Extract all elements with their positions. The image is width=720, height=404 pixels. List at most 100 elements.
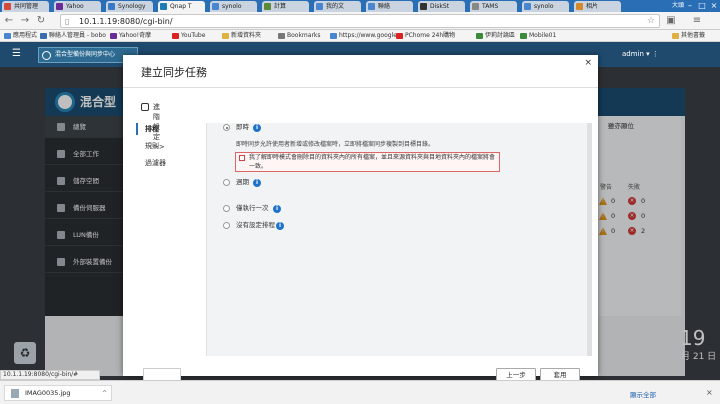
- tab-label: Yahoo: [66, 3, 84, 10]
- tab-label: 相片: [586, 3, 599, 10]
- browser-tab[interactable]: Yahoo: [54, 1, 101, 12]
- no-schedule-radio[interactable]: [223, 222, 230, 229]
- tab-label: 聯絡: [378, 3, 391, 10]
- bookmark-label: 聯絡人管理員 - bobo: [49, 32, 106, 39]
- step-filters[interactable]: 過濾器: [145, 158, 166, 168]
- downloads-bar: IMAG0035.jpg ^ 顯示全部 ×: [0, 380, 720, 404]
- download-filename: IMAG0035.jpg: [25, 389, 71, 397]
- tab-favicon-icon: [368, 3, 375, 10]
- browser-tab[interactable]: 聯絡: [366, 1, 413, 12]
- step-schedule[interactable]: 排程: [145, 124, 159, 134]
- browser-tab[interactable]: 計算: [262, 1, 309, 12]
- bookmark-item[interactable]: Bookmarks: [278, 30, 321, 42]
- omnibox[interactable]: ▯ 10.1.1.19:8080/cgi-bin/ ☆: [60, 14, 660, 28]
- tab-favicon-icon: [420, 3, 427, 10]
- realtime-radio[interactable]: [223, 124, 230, 131]
- browser-tab[interactable]: synolo: [210, 1, 257, 12]
- close-icon[interactable]: ×: [584, 58, 592, 68]
- bookmarks-bar: 應用程式 聯絡人管理員 - bobo Yahoo!奇摩 YouTube 新增資料夾 Boo…: [0, 30, 720, 42]
- profile-name[interactable]: 大頭: [672, 1, 684, 11]
- bookmark-label: 伊莉討論區: [485, 32, 516, 39]
- bookmark-item[interactable]: Mobile01: [520, 30, 556, 42]
- tab-label: Qnap T: [170, 3, 192, 10]
- tab-favicon-icon: [212, 3, 219, 10]
- tab-label: synolo: [534, 3, 554, 10]
- chevron-up-icon[interactable]: ^: [102, 386, 107, 401]
- browser-tab[interactable]: 相片: [574, 1, 621, 12]
- step-rules[interactable]: 規則: [145, 141, 159, 151]
- browser-tab[interactable]: 共同管理: [2, 1, 49, 12]
- bookmark-icon: [172, 33, 179, 39]
- bookmark-label: PChome 24h購物: [405, 32, 456, 39]
- bookmark-item[interactable]: YouTube: [172, 30, 205, 42]
- bookmark-item[interactable]: PChome 24h購物: [396, 30, 455, 42]
- browser-tab[interactable]: synolo: [522, 1, 569, 12]
- tab-favicon-icon: [4, 3, 11, 10]
- bookmark-icon: [476, 33, 483, 39]
- active-step-indicator: [136, 123, 138, 135]
- bookmark-item[interactable]: https://www.google: [330, 30, 397, 42]
- user-name: admin: [622, 50, 644, 58]
- other-bookmarks[interactable]: 其他書籤: [672, 30, 705, 42]
- bookmark-label: Bookmarks: [287, 32, 321, 39]
- hamburger-icon[interactable]: ☰: [12, 49, 24, 59]
- maximize-icon[interactable]: □: [696, 0, 708, 11]
- bookmark-item[interactable]: 伊莉討論區: [476, 30, 515, 42]
- close-window-icon[interactable]: ×: [708, 0, 720, 11]
- tab-label: 我的文: [326, 3, 345, 10]
- minimize-icon[interactable]: –: [684, 0, 696, 11]
- bookmark-icon: [278, 33, 285, 39]
- address-bar: ← → ↻ ▯ 10.1.1.19:8080/cgi-bin/ ☆ ▣ ≡: [0, 12, 720, 30]
- close-downloads-icon[interactable]: ×: [706, 388, 713, 397]
- show-all-downloads[interactable]: 顯示全部: [630, 389, 656, 399]
- once-radio[interactable]: [223, 205, 230, 212]
- tab-favicon-icon: [316, 3, 323, 10]
- browser-tab[interactable]: TAMS: [470, 1, 517, 12]
- bookmark-label: Mobile01: [529, 32, 557, 39]
- once-label: 僅執行一次: [236, 204, 269, 212]
- bookmark-icon: [4, 33, 11, 39]
- scrollbar[interactable]: [587, 123, 592, 356]
- extension-icon[interactable]: ▣: [664, 14, 678, 28]
- browser-tab[interactable]: Qnap T: [158, 1, 205, 12]
- browser-tab[interactable]: DiskSt: [418, 1, 465, 12]
- folder-icon: [672, 33, 679, 39]
- browser-tab[interactable]: 我的文: [314, 1, 361, 12]
- tab-strip: 共同管理 Yahoo Synology Qnap T synolo 計算 我的文 聯絡 Disk…: [0, 0, 720, 12]
- tab-label: DiskSt: [430, 3, 450, 10]
- tab-favicon-icon: [472, 3, 479, 10]
- realtime-warning-text: 我了解即時模式會刪除目的資料夾內的所有檔案，並且來源資料夾與目地資料夾內的檔案將…: [249, 154, 496, 170]
- browser-tab[interactable]: Synology: [106, 1, 153, 12]
- tab-favicon-icon: [524, 3, 531, 10]
- download-item[interactable]: IMAG0035.jpg ^: [4, 385, 112, 401]
- realtime-warning-box: 我了解即時模式會刪除目的資料夾內的所有檔案，並且來源資料夾與目地資料夾內的檔案將…: [235, 152, 500, 172]
- reload-icon[interactable]: ↻: [34, 14, 48, 28]
- periodic-radio[interactable]: [223, 179, 230, 186]
- bookmark-item[interactable]: 應用程式: [4, 30, 37, 42]
- no-schedule-label: 沒有設定排程: [236, 221, 275, 229]
- bookmark-item[interactable]: 聯絡人管理員 - bobo: [40, 30, 106, 42]
- info-icon[interactable]: i: [276, 222, 284, 230]
- url-text[interactable]: 10.1.1.19:8080/cgi-bin/: [79, 15, 173, 28]
- info-icon[interactable]: i: [253, 179, 261, 187]
- menu-icon[interactable]: ≡: [690, 14, 704, 28]
- info-icon[interactable]: i: [253, 124, 261, 132]
- forward-icon[interactable]: →: [18, 14, 32, 28]
- realtime-label: 即時: [236, 123, 249, 131]
- app-logo-icon: [42, 51, 51, 60]
- bookmark-icon: [222, 33, 229, 39]
- create-sync-task-dialog: 建立同步任務 × 進階設定 >> 排程 規則 過濾器 即時 i 即時同步允許使用…: [123, 55, 598, 382]
- bookmark-item[interactable]: Yahoo!奇摩: [110, 30, 151, 42]
- page-icon: ▯: [65, 17, 70, 26]
- user-menu[interactable]: admin ▾ ⋮: [622, 48, 659, 60]
- acknowledge-checkbox[interactable]: [239, 155, 245, 161]
- back-icon[interactable]: ←: [2, 14, 16, 28]
- bookmark-icon: [520, 33, 527, 39]
- tab-label: 共同管理: [14, 3, 39, 10]
- star-icon[interactable]: ☆: [647, 15, 655, 28]
- bookmark-icon: [396, 33, 403, 39]
- dialog-title: 建立同步任務: [141, 66, 207, 79]
- tab-label: synolo: [222, 3, 242, 10]
- info-icon[interactable]: i: [273, 205, 281, 213]
- bookmark-item[interactable]: 新增資料夾: [222, 30, 261, 42]
